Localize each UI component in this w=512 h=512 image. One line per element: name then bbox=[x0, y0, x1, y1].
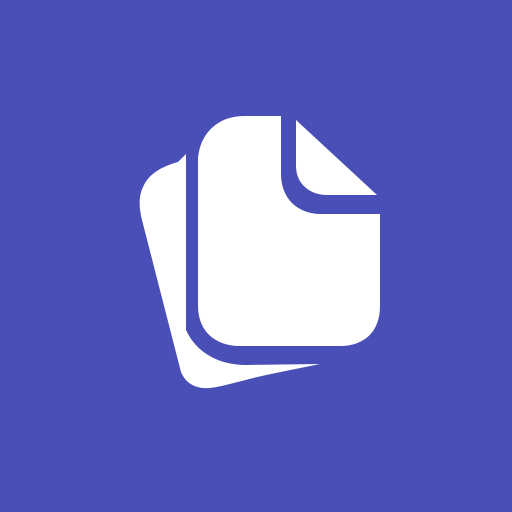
documents-icon bbox=[0, 0, 512, 512]
app-icon-tile bbox=[0, 0, 512, 512]
